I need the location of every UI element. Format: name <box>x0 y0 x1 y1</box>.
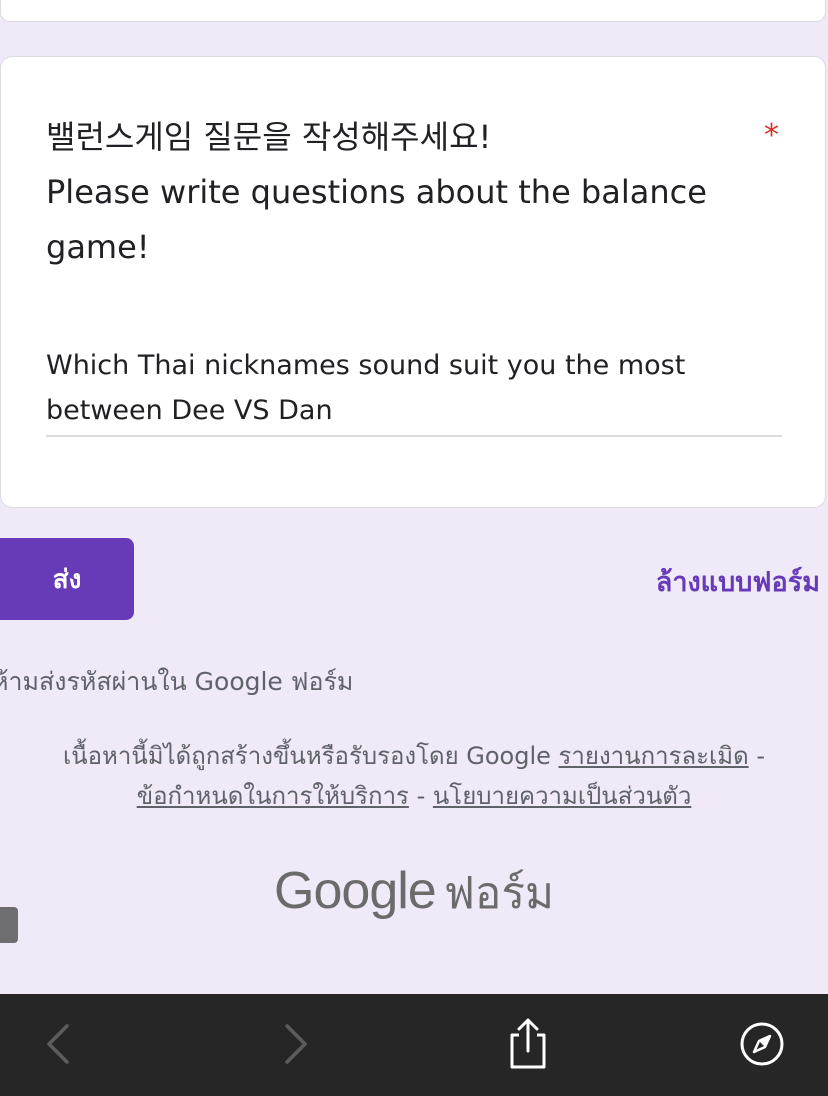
google-forms-logo[interactable]: Google ฟอร์ม <box>0 858 828 928</box>
back-icon[interactable] <box>28 1016 88 1072</box>
browser-toolbar <box>0 994 828 1096</box>
footer-separator: - <box>756 742 765 770</box>
question-title-korean: 밸런스게임 질문을 작성해주세요! <box>46 118 492 156</box>
previous-question-card <box>0 0 826 22</box>
footer-disclaimer: เนื้อหานี้มิได้ถูกสร้างขึ้นหรือรับรองโดย… <box>20 736 808 816</box>
disclaimer-text: เนื้อหานี้มิได้ถูกสร้างขึ้นหรือรับรองโดย… <box>63 742 551 770</box>
privacy-policy-link[interactable]: นโยบายความเป็นส่วนตัว <box>433 782 691 810</box>
question-title-english: Please write questions about the balance… <box>46 173 707 266</box>
password-warning: ห้ามส่งรหัสผ่านใน Google ฟอร์ม <box>0 667 354 696</box>
answer-input[interactable]: Which Thai nicknames sound suit you the … <box>46 343 782 433</box>
required-indicator: * <box>764 118 779 153</box>
answer-underline <box>46 435 782 437</box>
forward-icon[interactable] <box>266 1016 326 1072</box>
compass-icon[interactable] <box>732 1016 792 1072</box>
logo-google-text: Google <box>274 862 437 920</box>
share-icon[interactable] <box>498 1016 558 1072</box>
clear-form-button[interactable]: ล้างแบบฟอร์ม <box>656 560 820 603</box>
logo-forms-text: ฟอร์ม <box>443 868 554 919</box>
side-handle[interactable] <box>0 907 18 943</box>
report-abuse-link[interactable]: รายงานการละเมิด <box>559 742 749 770</box>
terms-of-service-link[interactable]: ข้อกำหนดในการให้บริการ <box>137 782 409 810</box>
submit-button[interactable]: ส่ง <box>0 538 134 620</box>
question-title: 밸런스게임 질문을 작성해주세요! Please write questions… <box>46 110 746 275</box>
footer-separator: - <box>416 782 426 810</box>
